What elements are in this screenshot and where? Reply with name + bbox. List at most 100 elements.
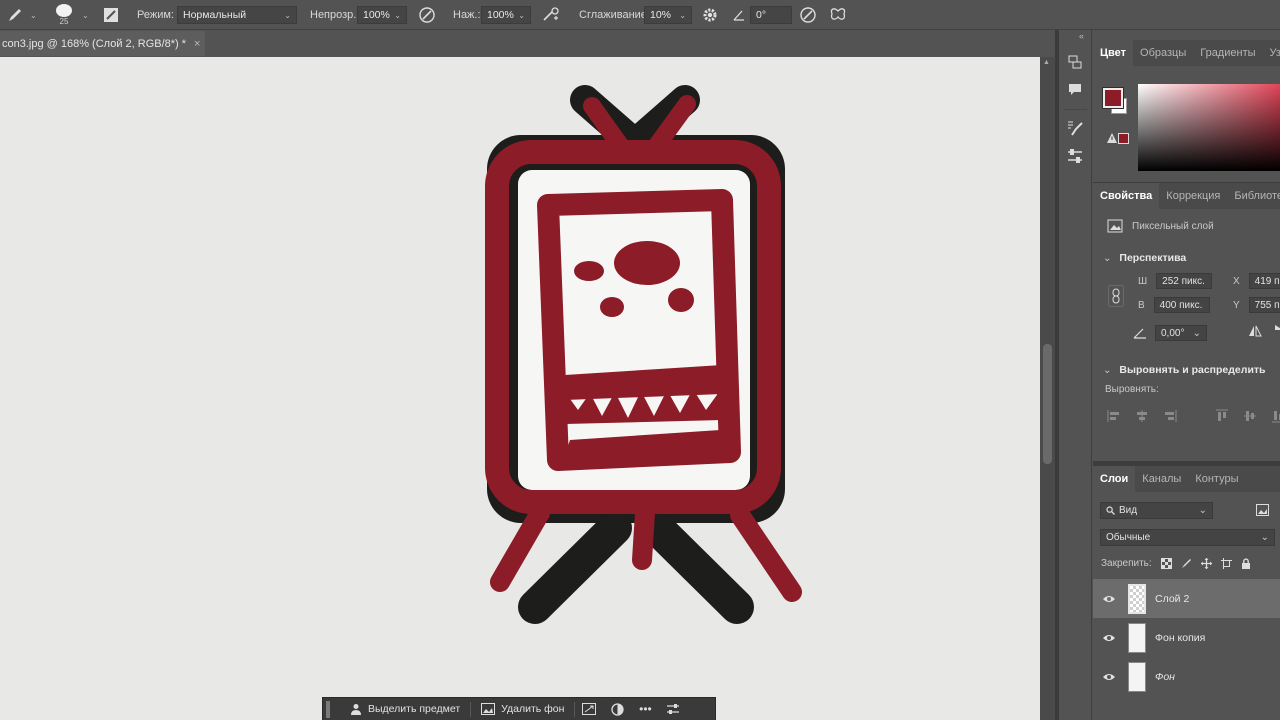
align-section-title: Выровнять и распределить xyxy=(1119,364,1266,376)
eye-visibility-icon[interactable] xyxy=(1102,631,1116,645)
layer-row-background[interactable]: Фон xyxy=(1093,657,1280,696)
adjustments-sliders-icon[interactable] xyxy=(1065,146,1085,166)
layer-thumbnail xyxy=(1128,661,1146,692)
align-bottom-edges-icon[interactable] xyxy=(1271,409,1280,423)
layer-name[interactable]: Фон xyxy=(1155,671,1175,683)
y-input[interactable]: 755 пикс. xyxy=(1248,297,1280,313)
foreground-color-swatch[interactable] xyxy=(1102,87,1124,109)
scroll-up-icon[interactable]: ▲ xyxy=(1043,59,1050,66)
brush-tool-icon[interactable] xyxy=(6,0,24,30)
smoothing-label: Сглаживание: xyxy=(579,9,650,21)
filter-by-image-icon[interactable] xyxy=(1256,504,1269,516)
symmetry-butterfly-icon[interactable] xyxy=(829,0,847,30)
chevron-down-icon: ⌄ xyxy=(518,10,525,20)
pressure-size-icon[interactable] xyxy=(799,0,817,30)
layer-blend-mode-value: Обычные xyxy=(1106,532,1151,543)
remove-background-label: Удалить фон xyxy=(501,703,565,715)
height-input[interactable]: 400 пикс. xyxy=(1153,297,1210,313)
x-input[interactable]: 419 пикс. xyxy=(1248,273,1280,289)
gamut-warning-icon[interactable] xyxy=(1107,133,1117,143)
more-options-icon[interactable]: ••• xyxy=(631,698,659,720)
close-icon[interactable]: × xyxy=(194,38,200,50)
face-mark-left xyxy=(600,297,624,317)
vertical-scrollbar[interactable]: ▲ xyxy=(1040,57,1055,720)
collapse-panels-icon[interactable]: « xyxy=(1079,31,1084,41)
comments-icon[interactable] xyxy=(1065,79,1085,99)
task-bar-settings-icon[interactable] xyxy=(659,698,687,720)
chevron-down-icon[interactable]: ⌄ xyxy=(1103,253,1111,264)
lock-all-icon[interactable] xyxy=(1241,558,1251,569)
eye-visibility-icon[interactable] xyxy=(1102,670,1116,684)
blend-mode-select[interactable]: Нормальный ⌄ xyxy=(177,6,297,24)
flip-vertical-icon[interactable] xyxy=(1273,324,1280,338)
pressure-opacity-icon[interactable] xyxy=(418,0,436,30)
smoothing-input[interactable]: 10% ⌄ xyxy=(644,6,692,24)
chevron-down-icon: ⌄ xyxy=(394,10,401,20)
flow-label: Наж.: xyxy=(453,9,481,21)
align-label: Выровнять: xyxy=(1105,384,1159,395)
opacity-input[interactable]: 100% ⌄ xyxy=(357,6,407,24)
align-vertical-centers-icon[interactable] xyxy=(1243,409,1257,423)
lock-transparent-pixels-icon[interactable] xyxy=(1160,558,1172,569)
layer-name[interactable]: Фон копия xyxy=(1155,632,1205,644)
brush-picker-chevron-icon[interactable]: ⌄ xyxy=(82,0,89,30)
lock-image-pixels-icon[interactable] xyxy=(1181,558,1192,569)
brush-settings-panel-icon[interactable] xyxy=(1065,118,1085,138)
align-top-edges-icon[interactable] xyxy=(1215,409,1229,423)
tab-patterns[interactable]: Уз xyxy=(1263,40,1280,66)
history-panel-icon[interactable] xyxy=(1065,52,1085,72)
tab-swatches[interactable]: Образцы xyxy=(1133,40,1193,66)
gamut-color-swatch[interactable] xyxy=(1118,133,1129,144)
layer-name[interactable]: Слой 2 xyxy=(1155,593,1189,605)
tab-color[interactable]: Цвет xyxy=(1093,40,1134,66)
document-tab[interactable]: con3.jpg @ 168% (Слой 2, RGB/8*) * × xyxy=(0,31,205,56)
lock-label: Закрепить: xyxy=(1101,558,1152,569)
tab-properties[interactable]: Свойства xyxy=(1093,183,1160,209)
chevron-down-icon[interactable]: ⌄ xyxy=(1103,365,1111,376)
brush-size-value: 25 xyxy=(59,17,69,26)
drag-handle[interactable] xyxy=(326,700,330,718)
tab-paths[interactable]: Контуры xyxy=(1188,466,1245,492)
width-input[interactable]: 252 пикс. xyxy=(1156,273,1213,289)
rotation-input[interactable]: 0,00° ⌄ xyxy=(1155,325,1207,341)
flip-horizontal-icon[interactable] xyxy=(1247,324,1263,338)
brush-angle-input[interactable]: 0° xyxy=(750,6,792,24)
align-left-edges-icon[interactable] xyxy=(1107,409,1121,423)
separator xyxy=(1063,109,1087,110)
link-chain-icon[interactable] xyxy=(1108,285,1124,307)
scrollbar-thumb[interactable] xyxy=(1043,344,1052,464)
tab-layers[interactable]: Слои xyxy=(1093,466,1136,492)
eye-visibility-icon[interactable] xyxy=(1102,592,1116,606)
layer-row-background-copy[interactable]: Фон копия xyxy=(1093,618,1280,657)
align-right-edges-icon[interactable] xyxy=(1163,409,1177,423)
face-eye-large xyxy=(614,241,680,285)
color-panel: Цвет Образцы Градиенты Уз xyxy=(1093,40,1280,182)
transform-selection-icon[interactable] xyxy=(575,698,603,720)
layer-blend-mode-select[interactable]: Обычные ⌄ xyxy=(1100,529,1275,546)
lock-artboard-icon[interactable] xyxy=(1220,558,1232,569)
tab-gradients[interactable]: Градиенты xyxy=(1193,40,1262,66)
remove-background-button[interactable]: Удалить фон xyxy=(471,698,574,720)
flow-input[interactable]: 100% ⌄ xyxy=(481,6,531,24)
select-subject-button[interactable]: Выделить предмет xyxy=(340,698,470,720)
tool-preset-chevron-icon[interactable]: ⌄ xyxy=(30,0,37,30)
tab-adjustments[interactable]: Коррекция xyxy=(1159,183,1227,209)
flow-value: 100% xyxy=(487,9,514,21)
airbrush-icon[interactable] xyxy=(541,0,561,30)
gear-icon[interactable] xyxy=(702,0,718,30)
canvas[interactable] xyxy=(0,57,1040,720)
lock-position-move-icon[interactable] xyxy=(1200,558,1212,569)
brush-size-picker[interactable]: 25 xyxy=(56,0,72,30)
adjustment-circle-icon[interactable] xyxy=(603,698,631,720)
align-horizontal-centers-icon[interactable] xyxy=(1135,409,1149,423)
layer-row-layer-2[interactable]: Слой 2 xyxy=(1093,579,1280,618)
chevron-down-icon: ⌄ xyxy=(284,10,291,20)
layer-filter-select[interactable]: Вид ⌄ xyxy=(1100,502,1213,519)
tab-libraries[interactable]: Библиотеки xyxy=(1227,183,1280,209)
x-label: X xyxy=(1233,275,1240,287)
mode-label: Режим: xyxy=(137,9,174,21)
color-spectrum-picker[interactable] xyxy=(1138,84,1280,171)
options-bar: ⌄ 25 ⌄ Режим: Нормальный ⌄ Непрозр.: 100%… xyxy=(0,0,1280,30)
tab-channels[interactable]: Каналы xyxy=(1135,466,1188,492)
brush-settings-icon[interactable] xyxy=(102,0,120,30)
